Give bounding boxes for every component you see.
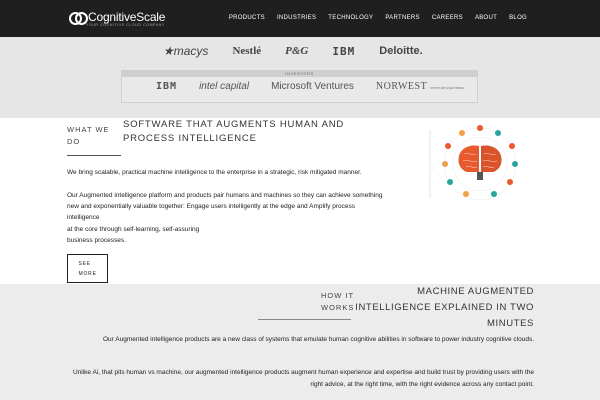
investor-logo-ibm: IBM [156,81,178,92]
section-divider [67,155,121,156]
section-divider [258,319,351,320]
node-icon [512,161,518,167]
nav-products[interactable]: PRODUCTS [229,15,265,21]
investor-logo-norwest: NORWEST VENTURE PARTNERS [376,81,465,92]
body-line: at the core through self-learning, self-… [67,225,200,233]
norwest-subtitle: VENTURE PARTNERS [430,86,465,90]
main-nav: PRODUCTS INDUSTRIES TECHNOLOGY PARTNERS … [229,15,527,21]
client-logos: ★macys Nestlé P&G IBM Deloitte. [163,43,423,59]
node-icon [463,191,469,197]
how-it-works-paragraph: Unlike Ai, that pits human vs machine, o… [72,369,534,388]
see-more-button[interactable]: SEE MORE [67,254,108,283]
what-we-do-intro: We bring scalable, practical machine int… [67,169,362,176]
client-logo-deloitte: Deloitte. [379,45,423,57]
node-icon [445,143,451,149]
section-title-how-it-works: MACHINE AUGMENTED INTELLIGENCE EXPLAINED… [355,286,534,329]
clients-band: ★macys Nestlé P&G IBM Deloitte. INVESTOR… [0,37,600,118]
client-logo-pg: P&G [285,45,309,57]
node-icon [509,143,515,149]
node-icon [447,179,453,185]
node-icon [507,179,513,185]
nav-industries[interactable]: INDUSTRIES [277,15,316,21]
investor-logo-intel-capital: intel capital [199,81,250,92]
what-we-do-body: Our Augmented intelligence platform and … [67,190,422,246]
nav-partners[interactable]: PARTNERS [385,15,420,21]
how-it-works-paragraph: Our Augmented intelligence products are … [102,336,534,343]
client-logo-nestle: Nestlé [232,45,262,57]
nav-technology[interactable]: TECHNOLOGY [328,15,373,21]
logo-icon [69,11,88,25]
body-line: intelligence [67,214,100,222]
section-title-what-we-do: SOFTWARE THAT AUGMENTS HUMAN AND PROCESS… [123,119,345,144]
node-icon [477,125,483,131]
client-logo-ibm: IBM [332,44,356,58]
investor-logos: IBM intel capital Microsoft Ventures NOR… [156,81,464,92]
section-label-how-it-works: HOW IT WORKS [321,291,355,312]
top-navigation-bar: CognitiveScale YOUR COGNITIVE CLOUD COMP… [0,0,600,37]
client-logo-macys: ★macys [163,44,209,58]
node-icon [491,191,497,197]
investors-box: INVESTORS IBM intel capital Microsoft Ve… [121,70,478,103]
body-line: business processes. [67,236,126,244]
nav-blog[interactable]: BLOG [509,15,527,21]
investors-heading: INVESTORS [122,71,477,77]
node-icon [459,130,465,136]
body-line: Our Augmented intelligence platform and … [67,192,383,199]
augmented-intelligence-diagram [426,124,534,204]
norwest-name: NORWEST [375,81,428,92]
see-more-label: SEE MORE [78,260,97,277]
cognitivescale-logo[interactable]: CognitiveScale [69,10,166,25]
logo-tagline: YOUR COGNITIVE CLOUD COMPANY [86,23,165,27]
nav-careers[interactable]: CAREERS [432,15,463,21]
body-line: new and exponentially valuable together:… [67,203,355,211]
brain-stem [477,172,483,180]
node-icon [495,130,501,136]
nav-about[interactable]: ABOUT [475,15,497,21]
investor-logo-microsoft-ventures: Microsoft Ventures [271,81,354,92]
logo-text: CognitiveScale [88,10,166,24]
section-label-what-we-do: WHAT WE DO [67,125,110,146]
node-icon [442,161,448,167]
